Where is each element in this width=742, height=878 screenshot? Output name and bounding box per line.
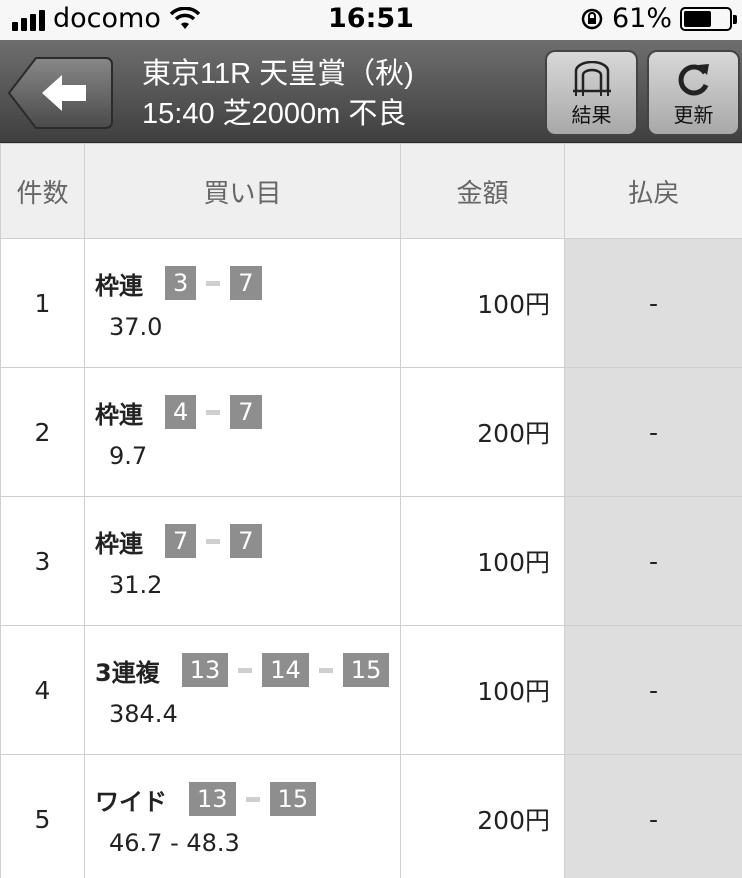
bet-type: 枠連 xyxy=(95,400,143,429)
race-name: 東京11R 天皇賞（秋) xyxy=(142,58,414,90)
battery-icon xyxy=(680,6,737,31)
row-count: 5 xyxy=(0,754,85,878)
orientation-lock-icon xyxy=(581,8,603,29)
table-row[interactable]: 2 枠連 4 7 9.7 200円 - xyxy=(0,367,742,497)
racecourse-icon xyxy=(572,61,611,96)
bracket-number: 7 xyxy=(230,266,262,300)
bracket-number: 7 xyxy=(230,524,262,558)
back-button[interactable] xyxy=(6,56,114,130)
horse-number: 15 xyxy=(342,653,390,687)
odds: 37.0 xyxy=(109,312,163,341)
bet-cell: 枠連 7 7 31.2 xyxy=(84,496,401,626)
battery-percent: 61% xyxy=(611,3,672,34)
refresh-icon xyxy=(678,64,709,96)
odds: 384.4 xyxy=(109,699,178,728)
bracket-number: 7 xyxy=(165,524,197,558)
horse-number: 15 xyxy=(269,782,317,816)
status-bar: docomo 16:51 61% xyxy=(0,0,742,40)
payout: - xyxy=(564,367,742,497)
horse-number: 13 xyxy=(189,782,236,816)
col-bet-header: 買い目 xyxy=(84,143,401,239)
row-count: 2 xyxy=(0,367,85,497)
bet-cell: 枠連 3 7 37.0 xyxy=(84,238,401,368)
bet-type: ワイド xyxy=(95,787,167,816)
bet-type: 枠連 xyxy=(95,529,143,558)
bet-cell: ワイド 13 15 46.7 - 48.3 xyxy=(84,754,401,878)
odds: 31.2 xyxy=(109,570,163,599)
odds: 9.7 xyxy=(109,441,148,470)
col-count-header: 件数 xyxy=(0,143,85,239)
amount: 200円 xyxy=(400,367,565,497)
separator xyxy=(206,538,221,544)
table-row[interactable]: 3 枠連 7 7 31.2 100円 - xyxy=(0,496,742,626)
bet-cell: 枠連 4 7 9.7 xyxy=(84,367,401,497)
row-count: 4 xyxy=(0,625,85,755)
bet-type: 3連複 xyxy=(95,658,160,687)
payout: - xyxy=(564,238,742,368)
race-info: 15:40 芝2000m 不良 xyxy=(142,98,407,130)
table-row[interactable]: 4 3連複 13 14 15 384.4 100円 - xyxy=(0,625,742,755)
result-button[interactable]: 結果 xyxy=(545,50,638,136)
col-amount-header: 金額 xyxy=(400,143,565,239)
nav-header: 東京11R 天皇賞（秋) 15:40 芝2000m 不良 結果 更新 xyxy=(0,40,742,143)
result-label: 結果 xyxy=(571,103,612,127)
payout: - xyxy=(564,625,742,755)
bet-table: 件数 買い目 金額 払戻 1 枠連 3 7 37.0 100円 - 2 枠連 4… xyxy=(0,143,742,878)
amount: 100円 xyxy=(400,496,565,626)
refresh-label: 更新 xyxy=(673,103,714,127)
table-row[interactable]: 5 ワイド 13 15 46.7 - 48.3 200円 - xyxy=(0,754,742,878)
amount: 200円 xyxy=(400,754,565,878)
bet-cell: 3連複 13 14 15 384.4 xyxy=(84,625,401,755)
table-header-row: 件数 買い目 金額 払戻 xyxy=(0,143,742,239)
table-row[interactable]: 1 枠連 3 7 37.0 100円 - xyxy=(0,238,742,368)
separator xyxy=(206,409,221,415)
bracket-number: 4 xyxy=(165,395,197,429)
bracket-number: 3 xyxy=(165,266,197,300)
horse-number: 13 xyxy=(181,653,229,687)
row-count: 3 xyxy=(0,496,85,626)
payout: - xyxy=(564,496,742,626)
bracket-number: 7 xyxy=(230,395,262,429)
separator xyxy=(318,667,333,673)
page-title: 東京11R 天皇賞（秋) 15:40 芝2000m 不良 xyxy=(142,54,414,134)
bet-type: 枠連 xyxy=(95,271,143,300)
separator xyxy=(238,667,253,673)
col-payout-header: 払戻 xyxy=(564,143,742,239)
separator xyxy=(245,796,260,802)
amount: 100円 xyxy=(400,238,565,368)
payout: - xyxy=(564,754,742,878)
amount: 100円 xyxy=(400,625,565,755)
refresh-button[interactable]: 更新 xyxy=(647,50,740,136)
odds: 46.7 - 48.3 xyxy=(109,828,240,857)
horse-number: 14 xyxy=(262,653,309,687)
separator xyxy=(206,280,221,286)
row-count: 1 xyxy=(0,238,85,368)
